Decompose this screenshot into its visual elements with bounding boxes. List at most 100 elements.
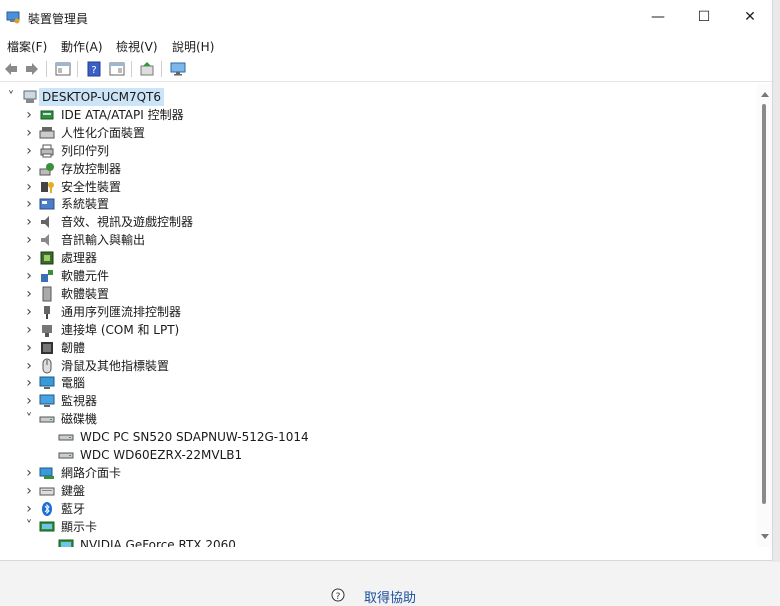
tree-category[interactable]: › 網路介面卡 xyxy=(0,464,750,482)
toolbar: ? xyxy=(0,57,772,82)
back-button[interactable] xyxy=(1,59,21,79)
tree-category[interactable]: › 滑鼠及其他指標裝置 xyxy=(0,357,750,375)
toolbar-separator xyxy=(77,61,78,77)
tree-category[interactable]: › 列印佇列 xyxy=(0,142,750,160)
close-button[interactable]: ✕ xyxy=(727,0,773,34)
ide-controller-icon xyxy=(40,110,54,120)
background-window-edge xyxy=(773,0,780,601)
minimize-button[interactable]: — xyxy=(635,0,681,34)
menu-help[interactable]: 說明(H) xyxy=(172,38,214,55)
tree-category-display-adapters[interactable]: ˅ 顯示卡 xyxy=(0,518,750,536)
printer-icon xyxy=(40,144,54,158)
device-manager-window: 裝置管理員 — ☐ ✕ 檔案(F) 動作(A) 檢視(V) 說明(H) ? ˅ … xyxy=(0,0,773,561)
properties-button[interactable] xyxy=(107,59,127,79)
audio-io-icon xyxy=(41,234,49,247)
expand-chevron-icon[interactable]: › xyxy=(24,179,34,195)
back-arrow-icon xyxy=(5,63,17,75)
tree-device[interactable]: WDC PC SN520 SDAPNUW-512G-1014 xyxy=(0,428,750,446)
tree-category[interactable]: › 電腦 xyxy=(0,374,750,392)
category-label: 處理器 xyxy=(61,251,98,266)
tree-category[interactable]: › 存放控制器 xyxy=(0,160,750,178)
expand-chevron-icon[interactable]: › xyxy=(24,286,34,302)
root xyxy=(23,90,37,103)
expand-chevron-icon[interactable]: › xyxy=(24,358,34,374)
minimize-icon: — xyxy=(651,9,665,25)
properties-icon xyxy=(109,62,125,76)
forward-arrow-icon xyxy=(26,63,38,75)
root-label: DESKTOP-UCM7QT6 xyxy=(39,88,165,106)
expand-chevron-icon[interactable]: › xyxy=(24,340,34,356)
expand-chevron-icon[interactable]: › xyxy=(24,501,34,517)
svg-text:?: ? xyxy=(91,65,96,76)
expand-chevron-icon[interactable]: › xyxy=(24,375,34,391)
tree-device[interactable]: WDC WD60EZRX-22MVLB1 xyxy=(0,446,750,464)
category-label: 音效、視訊及遊戲控制器 xyxy=(61,215,194,230)
tree-category-disk-drives[interactable]: ˅ 磁碟機 xyxy=(0,410,750,428)
expand-chevron-icon[interactable]: › xyxy=(24,322,34,338)
scroll-up-arrow-icon[interactable] xyxy=(761,92,769,97)
computer-icon xyxy=(39,376,55,390)
disk-drive-icon xyxy=(58,452,74,459)
expand-chevron-icon[interactable]: › xyxy=(24,483,34,499)
help-button[interactable]: ? xyxy=(84,59,104,79)
collapse-chevron-icon[interactable]: ˅ xyxy=(6,90,16,105)
mouse-icon xyxy=(42,358,52,373)
show-hide-console-tree-button[interactable] xyxy=(53,59,73,79)
expand-chevron-icon[interactable]: › xyxy=(24,125,34,141)
expand-chevron-icon[interactable]: › xyxy=(24,250,34,266)
tree-category[interactable]: › IDE ATA/ATAPI 控制器 xyxy=(0,106,750,124)
expand-chevron-icon[interactable]: › xyxy=(24,268,34,284)
tree-category[interactable]: › 音效、視訊及遊戲控制器 xyxy=(0,213,750,231)
expand-chevron-icon[interactable]: › xyxy=(24,393,34,409)
category-label: 韌體 xyxy=(61,340,86,355)
expand-chevron-icon[interactable]: › xyxy=(24,465,34,481)
scan-hardware-button[interactable] xyxy=(168,59,188,79)
expand-chevron-icon[interactable]: › xyxy=(24,232,34,248)
usb-icon xyxy=(44,305,50,319)
maximize-button[interactable]: ☐ xyxy=(681,0,727,34)
device-tree[interactable]: ˅ DESKTOP-UCM7QT6 › IDE ATA/ATAPI 控制器 › 人性化介面… xyxy=(0,84,756,547)
disk-drive-icon xyxy=(39,416,55,423)
get-help-icon[interactable]: ? xyxy=(331,588,345,602)
tree-category[interactable]: › 連接埠 (COM 和 LPT) xyxy=(0,321,750,339)
tree-category[interactable]: › 監視器 xyxy=(0,392,750,410)
scroll-down-arrow-icon[interactable] xyxy=(761,534,769,539)
tree-category[interactable]: › 通用序列匯流排控制器 xyxy=(0,303,750,321)
category-label: 通用序列匯流排控制器 xyxy=(61,304,182,319)
tree-root[interactable]: ˅ DESKTOP-UCM7QT6 xyxy=(0,88,750,106)
software-component-icon xyxy=(41,270,53,282)
collapse-chevron-icon[interactable]: ˅ xyxy=(24,412,34,427)
tree-category[interactable]: › 鍵盤 xyxy=(0,482,750,500)
expand-chevron-icon[interactable]: › xyxy=(24,304,34,320)
tree-category[interactable]: › 處理器 xyxy=(0,249,750,267)
forward-button[interactable] xyxy=(22,59,42,79)
expand-chevron-icon[interactable]: › xyxy=(24,107,34,123)
processor-icon xyxy=(40,251,54,265)
tree-device[interactable]: NVIDIA GeForce RTX 2060 xyxy=(0,536,750,547)
update-driver-button[interactable] xyxy=(137,59,157,79)
expand-chevron-icon[interactable]: › xyxy=(24,143,34,159)
tree-category[interactable]: › 系統裝置 xyxy=(0,195,750,213)
get-help-link[interactable]: 取得協助 xyxy=(364,587,416,606)
monitor-icon xyxy=(39,394,55,408)
tree-category[interactable]: › 藍牙 xyxy=(0,500,750,518)
scrollbar-thumb[interactable] xyxy=(762,104,766,504)
category-label: 存放控制器 xyxy=(61,161,122,176)
expand-chevron-icon[interactable]: › xyxy=(24,196,34,212)
toolbar-separator xyxy=(131,61,132,77)
vertical-scrollbar[interactable] xyxy=(757,84,772,547)
tree-category[interactable]: › 安全性裝置 xyxy=(0,178,750,196)
tree-category[interactable]: › 韌體 xyxy=(0,339,750,357)
expand-chevron-icon[interactable]: › xyxy=(24,214,34,230)
tree-category[interactable]: › 軟體裝置 xyxy=(0,285,750,303)
expand-chevron-icon[interactable]: › xyxy=(24,161,34,177)
title-bar[interactable]: 裝置管理員 — ☐ ✕ xyxy=(0,0,772,34)
collapse-chevron-icon[interactable]: ˅ xyxy=(24,519,34,534)
menu-action[interactable]: 動作(A) xyxy=(61,38,103,55)
tree-category[interactable]: › 人性化介面裝置 xyxy=(0,124,750,142)
tree-category[interactable]: › 軟體元件 xyxy=(0,267,750,285)
menu-view[interactable]: 檢視(V) xyxy=(116,38,158,55)
menu-file[interactable]: 檔案(F) xyxy=(7,38,47,55)
category-label: 系統裝置 xyxy=(61,197,110,212)
tree-category[interactable]: › 音訊輸入與輸出 xyxy=(0,231,750,249)
